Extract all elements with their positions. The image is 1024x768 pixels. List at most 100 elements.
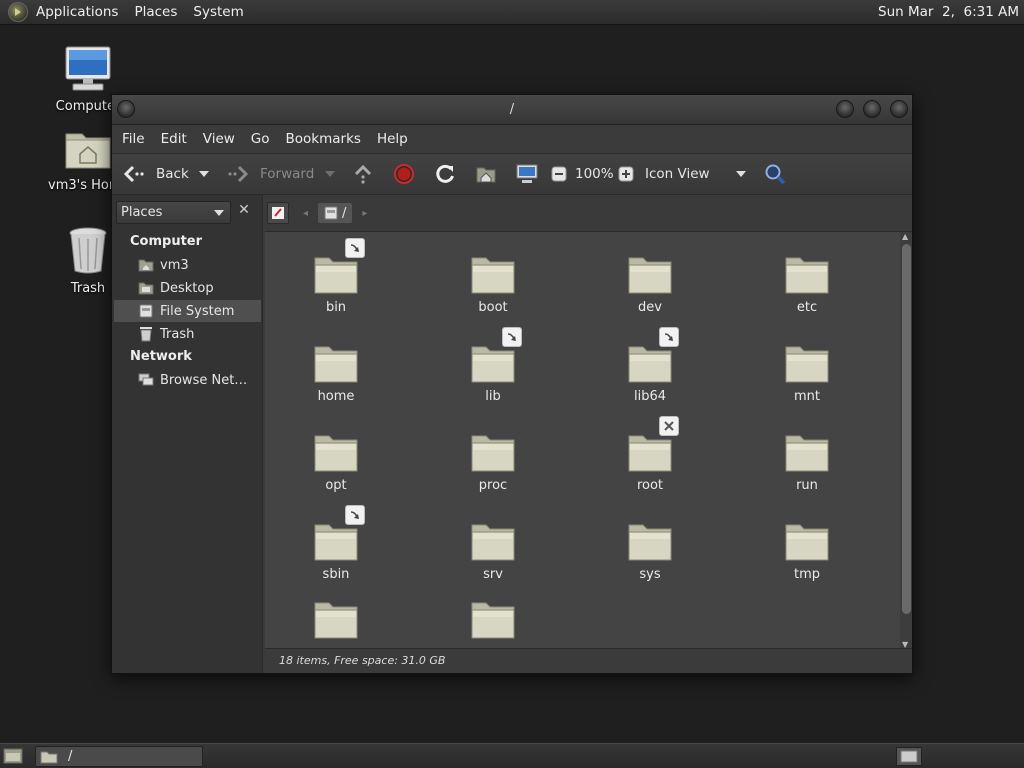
back-history-dropdown[interactable] bbox=[198, 170, 210, 178]
no-access-emblem-icon bbox=[659, 416, 679, 436]
view-mode-label: Icon View bbox=[645, 166, 710, 182]
folder-item[interactable]: sbin bbox=[276, 505, 396, 582]
up-button[interactable] bbox=[353, 164, 373, 184]
path-scroll-right-icon[interactable]: ▸ bbox=[362, 208, 367, 219]
menu-go[interactable]: Go bbox=[243, 131, 278, 147]
zoom-out-button[interactable] bbox=[551, 166, 567, 182]
reload-button[interactable] bbox=[434, 163, 456, 185]
close-sidebar-icon[interactable]: ✕ bbox=[234, 202, 254, 222]
path-scroll-left-icon[interactable]: ◂ bbox=[303, 208, 308, 219]
scroll-down-icon[interactable]: ▼ bbox=[902, 640, 908, 648]
folder-item[interactable]: opt bbox=[276, 432, 396, 493]
folder-name: dev bbox=[638, 300, 662, 315]
menu-help[interactable]: Help bbox=[369, 131, 416, 147]
folder-item[interactable]: proc bbox=[433, 432, 553, 493]
folder-item[interactable]: home bbox=[276, 343, 396, 404]
location-toggle-button[interactable] bbox=[267, 202, 289, 224]
folder-name: lib bbox=[485, 389, 501, 404]
folder-icon bbox=[314, 346, 358, 383]
minimize-button[interactable] bbox=[836, 100, 854, 118]
zoom-in-icon bbox=[618, 166, 634, 182]
symlink-emblem-icon bbox=[345, 238, 365, 258]
sidebar-item-file-system[interactable]: File System bbox=[114, 300, 261, 322]
symlink-emblem-icon bbox=[502, 327, 522, 347]
folder-item[interactable]: run bbox=[747, 432, 867, 493]
folder-name: srv bbox=[483, 567, 503, 582]
reload-icon bbox=[436, 164, 454, 183]
folder-item[interactable]: etc bbox=[747, 254, 867, 315]
computer-button[interactable] bbox=[516, 164, 538, 184]
folder-item[interactable] bbox=[276, 599, 396, 645]
folder-item[interactable]: bin bbox=[276, 238, 396, 315]
computer-icon bbox=[516, 164, 538, 183]
folder-item[interactable]: lib bbox=[433, 327, 553, 404]
stop-button[interactable] bbox=[394, 164, 414, 184]
back-button[interactable]: Back bbox=[122, 164, 189, 184]
menu-bookmarks[interactable]: Bookmarks bbox=[278, 131, 369, 147]
folder-item[interactable]: srv bbox=[433, 521, 553, 582]
home-button[interactable] bbox=[475, 164, 497, 184]
window-titlebar[interactable]: / bbox=[112, 95, 912, 125]
menu-places[interactable]: Places bbox=[126, 4, 185, 20]
bottom-panel: / bbox=[0, 743, 1024, 768]
sidebar-item-browse-network[interactable]: Browse Net… bbox=[114, 369, 261, 391]
folder-name: mnt bbox=[794, 389, 820, 404]
taskbar-window-button[interactable]: / bbox=[35, 746, 203, 767]
menu-file[interactable]: File bbox=[112, 131, 153, 147]
menu-applications[interactable]: Applications bbox=[28, 4, 126, 20]
pathbar: ◂ / ▸ bbox=[267, 201, 367, 225]
desktop-icon bbox=[138, 280, 154, 296]
drive-icon bbox=[138, 303, 154, 319]
forward-label: Forward bbox=[260, 166, 315, 182]
clock[interactable]: Sun Mar 2, 6:31 AM bbox=[878, 4, 1019, 20]
zoom-level: 100% bbox=[575, 166, 614, 182]
forward-button[interactable]: Forward bbox=[226, 164, 314, 184]
forward-history-dropdown[interactable] bbox=[324, 170, 336, 178]
folder-item[interactable]: tmp bbox=[747, 521, 867, 582]
workspace-switcher[interactable] bbox=[896, 747, 922, 766]
search-button[interactable] bbox=[764, 163, 786, 185]
folder-icon bbox=[785, 346, 829, 383]
maximize-button[interactable] bbox=[863, 100, 881, 118]
folder-item[interactable]: sys bbox=[590, 521, 710, 582]
folder-name: run bbox=[796, 478, 818, 493]
vertical-scrollbar[interactable]: ▲ ▼ bbox=[900, 232, 912, 648]
computer-icon bbox=[65, 46, 111, 91]
zoom-in-button[interactable] bbox=[618, 166, 634, 182]
sidebar-item-trash[interactable]: Trash bbox=[114, 323, 261, 345]
sidebar-item-label: Trash bbox=[160, 326, 195, 342]
folder-item[interactable]: root bbox=[590, 416, 710, 493]
symlink-emblem-icon bbox=[345, 505, 365, 525]
folder-item[interactable]: boot bbox=[433, 254, 553, 315]
menu-edit[interactable]: Edit bbox=[153, 131, 195, 147]
status-bar: 18 items, Free space: 31.0 GB bbox=[265, 648, 912, 673]
folder-icon bbox=[785, 524, 829, 561]
folder-item[interactable] bbox=[433, 599, 553, 645]
menu-view[interactable]: View bbox=[195, 131, 243, 147]
folder-icon bbox=[628, 346, 672, 383]
sidebar-item-desktop[interactable]: Desktop bbox=[114, 277, 261, 299]
folder-name: proc bbox=[478, 478, 508, 493]
file-grid: bin boot dev etc home lib lib64 mnt opt proc root r… bbox=[265, 232, 895, 648]
path-segment-root[interactable]: / bbox=[318, 203, 353, 223]
scroll-up-icon[interactable]: ▲ bbox=[902, 232, 908, 241]
folder-icon bbox=[785, 257, 829, 294]
folder-item[interactable]: mnt bbox=[747, 343, 867, 404]
file-view: bin boot dev etc home lib lib64 mnt opt proc root r… bbox=[265, 231, 912, 648]
applications-logo-icon[interactable] bbox=[8, 2, 28, 22]
folder-name: bin bbox=[325, 300, 347, 315]
show-desktop-button[interactable] bbox=[3, 747, 23, 765]
menu-system[interactable]: System bbox=[185, 4, 251, 20]
edit-location-icon bbox=[272, 207, 284, 219]
trash-icon bbox=[69, 227, 107, 274]
folder-icon bbox=[314, 257, 358, 294]
sidebar-selector[interactable]: Places bbox=[116, 201, 231, 224]
close-button[interactable] bbox=[890, 100, 908, 118]
view-mode-select[interactable]: Icon View bbox=[645, 166, 749, 182]
folder-item[interactable]: lib64 bbox=[590, 327, 710, 404]
folder-item[interactable]: dev bbox=[590, 254, 710, 315]
workspace-icon bbox=[900, 750, 918, 763]
sidebar-item-vm3[interactable]: vm3 bbox=[114, 254, 261, 276]
scrollbar-thumb[interactable] bbox=[902, 244, 911, 614]
up-arrow-icon bbox=[354, 164, 372, 184]
